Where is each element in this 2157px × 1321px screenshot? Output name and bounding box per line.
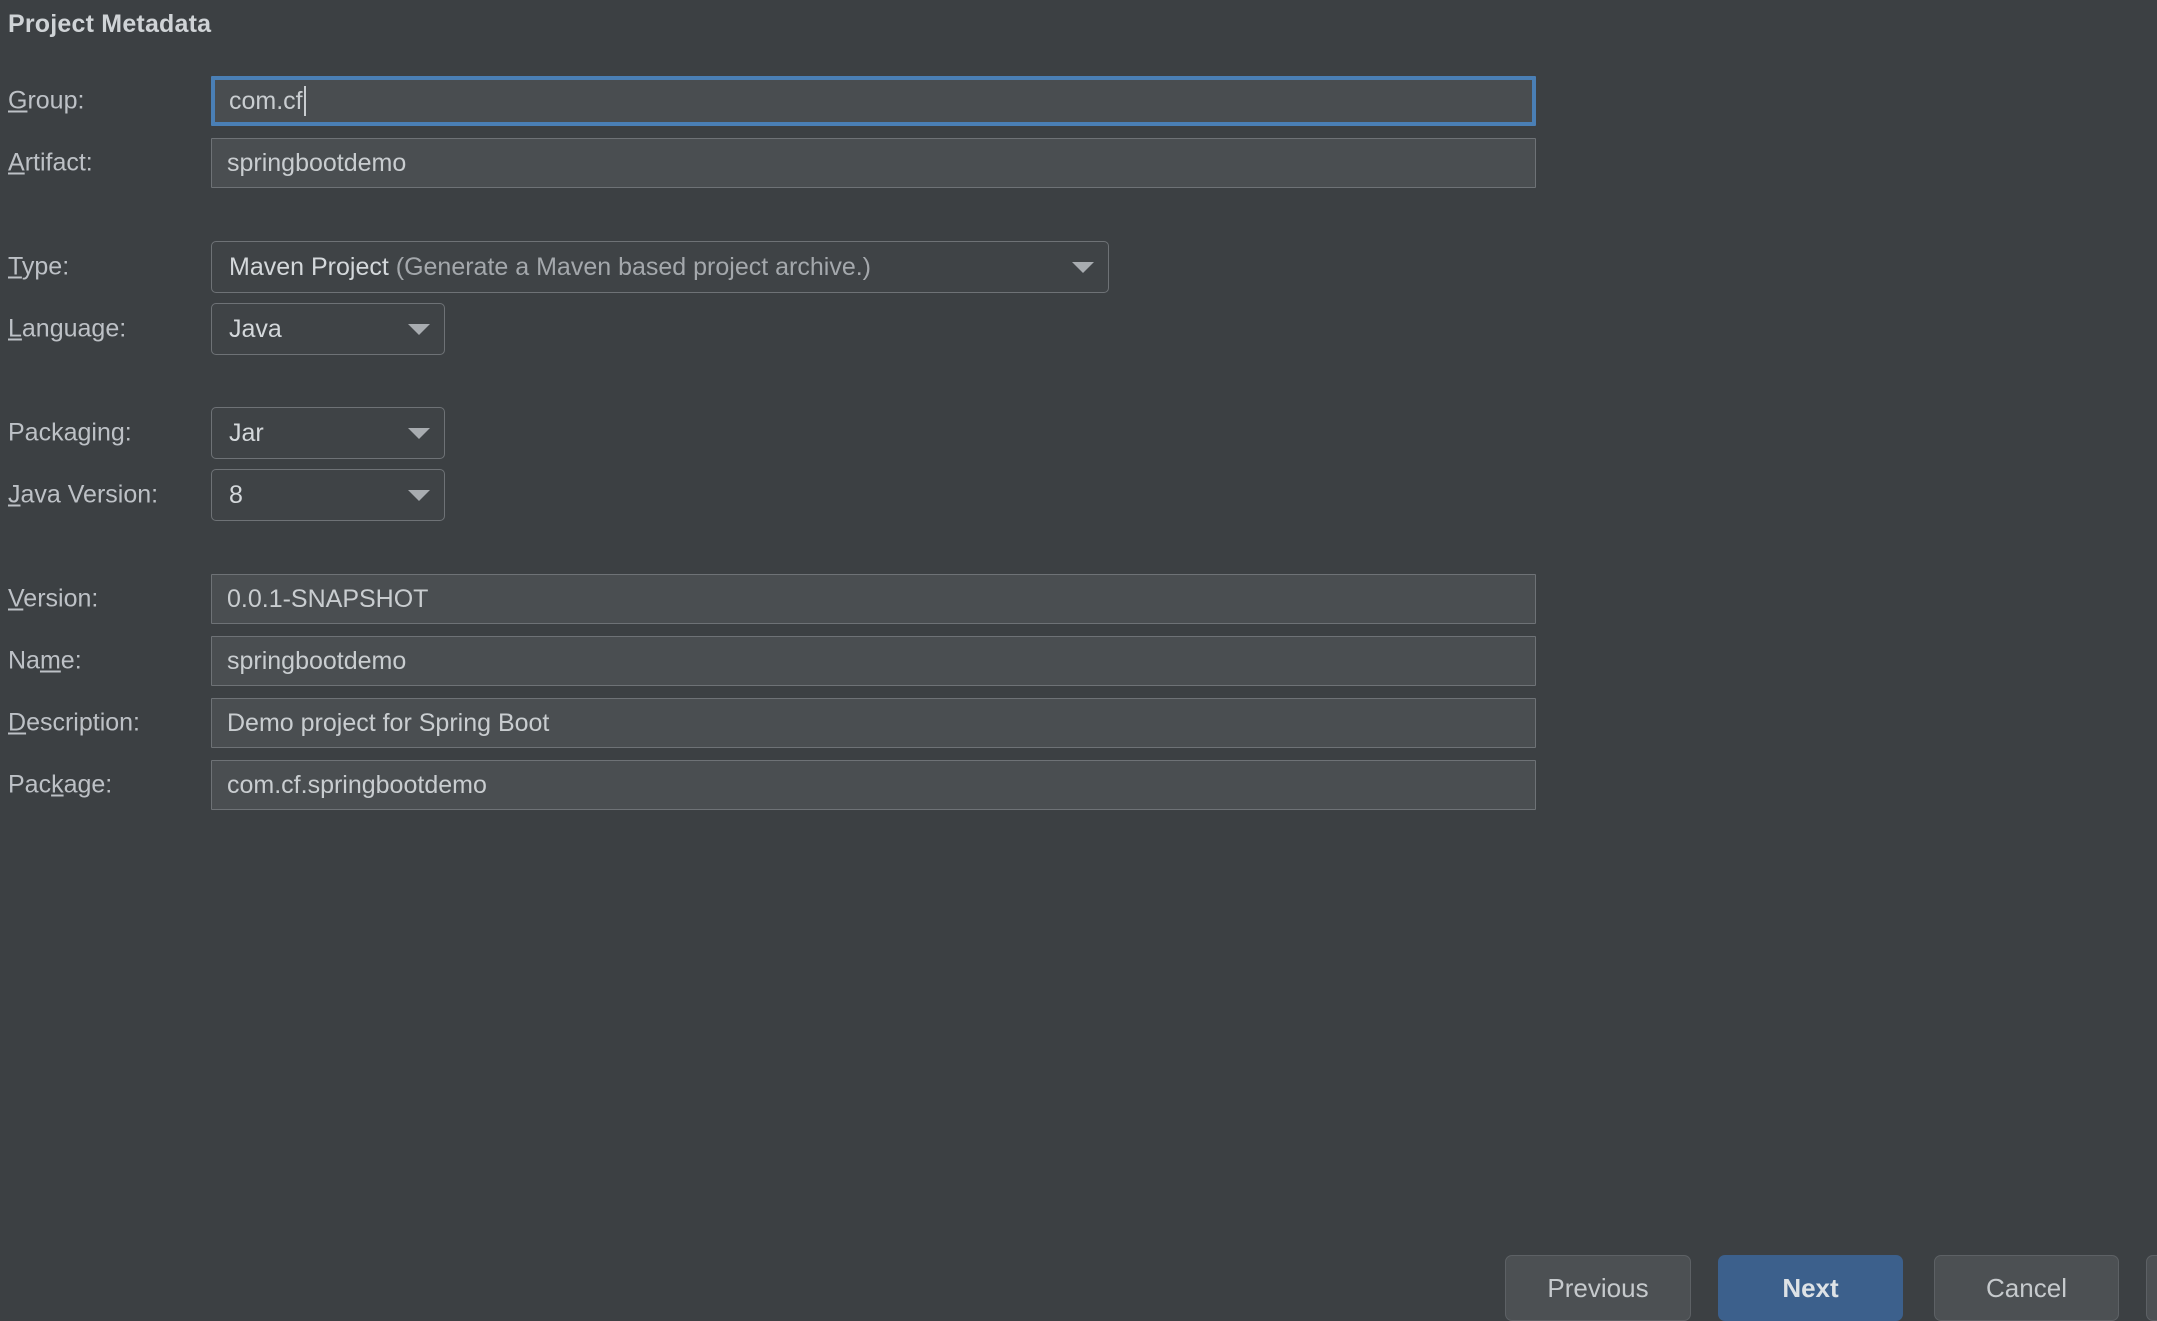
java-version-combobox[interactable]: 8 — [211, 469, 445, 521]
label-suffix: anguage: — [21, 314, 127, 343]
help-button[interactable] — [2146, 1255, 2157, 1321]
form-row-packaging: Packaging: Jar — [0, 402, 1560, 464]
chevron-down-icon[interactable] — [408, 489, 430, 501]
chevron-down-icon[interactable] — [408, 323, 430, 335]
chevron-down-icon[interactable] — [408, 427, 430, 439]
label-mnemonic: V — [8, 584, 24, 613]
description-value: Demo project for Spring Boot — [227, 708, 550, 737]
form-row-type: Type: Maven Project (Generate a Maven bas… — [0, 236, 1560, 298]
packaging-combobox[interactable]: Jar — [211, 407, 445, 459]
dialog-button-bar: Previous Next Cancel — [0, 1230, 2157, 1321]
description-input[interactable]: Demo project for Spring Boot — [211, 698, 1536, 748]
label-java-version: Java Version: — [8, 481, 158, 510]
label-package: Package: — [8, 771, 112, 800]
label-suffix: roup: — [27, 86, 85, 115]
language-combobox[interactable]: Java — [211, 303, 445, 355]
label-artifact: Artifact: — [8, 149, 93, 178]
type-value-primary: Maven Project — [229, 252, 389, 281]
label-suffix: ava Version: — [20, 480, 159, 509]
version-value: 0.0.1-SNAPSHOT — [227, 584, 429, 613]
label-mnemonic: L — [8, 314, 22, 343]
label-group: Group: — [8, 87, 84, 116]
form-row-package: Package: com.cf.springbootdemo — [0, 754, 1560, 816]
java-version-selected-value: 8 — [229, 481, 243, 510]
label-mnemonic: m — [39, 646, 61, 675]
group-input[interactable]: com.cf — [211, 76, 1536, 126]
label-mnemonic: A — [8, 148, 25, 177]
language-selected-value: Java — [229, 315, 282, 344]
group-value: com.cf — [229, 86, 303, 115]
label-prefix: Na — [8, 646, 40, 675]
name-value: springbootdemo — [227, 646, 407, 675]
label-suffix: e: — [60, 646, 82, 675]
label-mnemonic: T — [8, 252, 22, 281]
cancel-button[interactable]: Cancel — [1934, 1255, 2119, 1321]
form-row-java-version: Java Version: 8 — [0, 464, 1560, 526]
language-value-primary: Java — [229, 314, 282, 343]
text-caret — [303, 86, 306, 116]
label-suffix: ersion: — [23, 584, 99, 613]
label-mnemonic: D — [8, 708, 27, 737]
label-name: Name: — [8, 647, 82, 676]
form-row-group: Group: com.cf — [0, 70, 1560, 132]
label-packaging: Packaging: — [8, 419, 132, 448]
page-title: Project Metadata — [8, 10, 212, 38]
java-version-value-primary: 8 — [229, 480, 243, 509]
package-value: com.cf.springbootdemo — [227, 770, 487, 799]
label-suffix: age: — [63, 770, 113, 799]
name-input[interactable]: springbootdemo — [211, 636, 1536, 686]
label-description: Description: — [8, 709, 140, 738]
label-suffix: rtifact: — [24, 148, 93, 177]
label-mnemonic: k — [51, 770, 64, 799]
label-suffix: ype: — [21, 252, 70, 281]
type-value-secondary: (Generate a Maven based project archive.… — [395, 252, 871, 281]
label-prefix: Pac — [8, 770, 52, 799]
package-input[interactable]: com.cf.springbootdemo — [211, 760, 1536, 810]
artifact-value: springbootdemo — [227, 148, 407, 177]
project-metadata-dialog: Project Metadata Group: com.cf Artifact: sp… — [0, 0, 2157, 1321]
label-mnemonic: g — [77, 418, 92, 447]
version-input[interactable]: 0.0.1-SNAPSHOT — [211, 574, 1536, 624]
form-row-artifact: Artifact: springbootdemo — [0, 132, 1560, 194]
form-row-description: Description: Demo project for Spring Boot — [0, 692, 1560, 754]
form-row-language: Language: Java — [0, 298, 1560, 360]
project-metadata-form: Group: com.cf Artifact: springbootdemo Type:… — [0, 70, 1560, 816]
label-language: Language: — [8, 315, 126, 344]
label-prefix: Packa — [8, 418, 78, 447]
packaging-value-primary: Jar — [229, 418, 264, 447]
previous-button[interactable]: Previous — [1505, 1255, 1691, 1321]
next-button[interactable]: Next — [1718, 1255, 1903, 1321]
chevron-down-icon[interactable] — [1072, 261, 1094, 273]
form-row-version: Version: 0.0.1-SNAPSHOT — [0, 568, 1560, 630]
label-version: Version: — [8, 585, 98, 614]
label-type: Type: — [8, 253, 69, 282]
artifact-input[interactable]: springbootdemo — [211, 138, 1536, 188]
label-suffix: escription: — [26, 708, 141, 737]
form-row-name: Name: springbootdemo — [0, 630, 1560, 692]
packaging-selected-value: Jar — [229, 419, 264, 448]
type-combobox[interactable]: Maven Project (Generate a Maven based pr… — [211, 241, 1109, 293]
type-selected-value: Maven Project (Generate a Maven based pr… — [229, 253, 871, 282]
label-suffix: ing: — [91, 418, 132, 447]
label-mnemonic: G — [8, 86, 28, 115]
label-mnemonic: J — [8, 480, 21, 509]
